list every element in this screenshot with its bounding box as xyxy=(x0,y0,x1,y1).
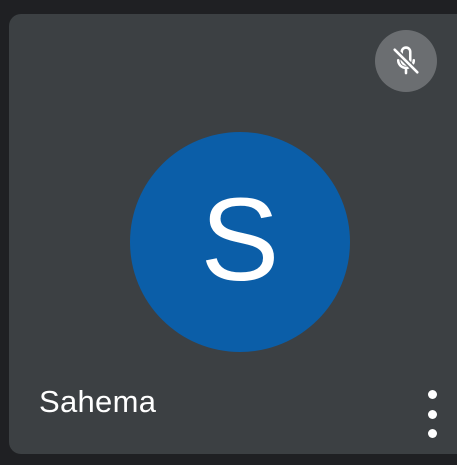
participant-name: Sahema xyxy=(39,384,157,419)
avatar: S xyxy=(130,132,350,352)
participant-tile[interactable]: S Sahema xyxy=(9,14,457,454)
avatar-initial: S xyxy=(200,174,280,306)
more-vert-icon xyxy=(427,390,437,399)
more-options-button[interactable] xyxy=(417,386,447,442)
mic-off-glyph xyxy=(391,46,421,76)
mic-off-icon xyxy=(375,30,437,92)
more-vert-icon xyxy=(427,409,437,419)
more-vert-icon xyxy=(427,429,437,438)
